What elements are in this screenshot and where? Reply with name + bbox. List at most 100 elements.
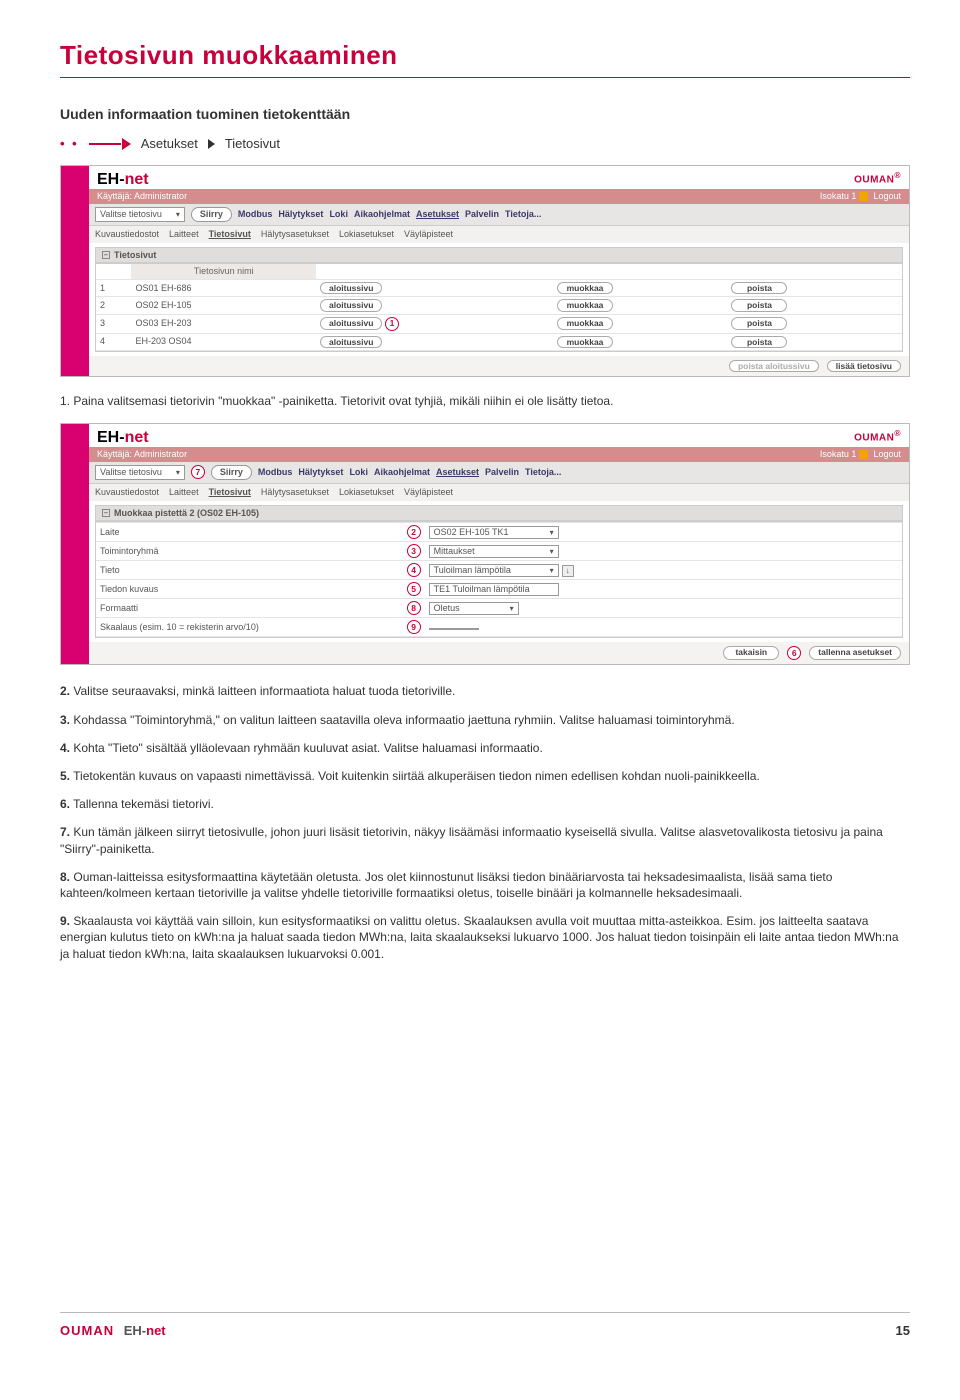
callout-3: 3 xyxy=(407,544,421,558)
go-button[interactable]: Siirry xyxy=(191,207,232,222)
aloitussivu-button[interactable]: aloitussivu xyxy=(320,336,382,348)
submenu-lokiasetukset[interactable]: Lokiasetukset xyxy=(339,229,394,240)
muokkaa-button[interactable]: muokkaa xyxy=(557,317,613,329)
page-footer: OUMAN EH-net 15 xyxy=(60,1312,910,1338)
toimintoryhma-label: Toimintoryhmä xyxy=(96,542,356,561)
panel-title-tietosivut: – Tietosivut xyxy=(95,247,903,264)
sidebar-accent xyxy=(61,424,89,664)
collapse-icon[interactable]: – xyxy=(102,251,110,259)
menu-halytykset[interactable]: Hälytykset xyxy=(278,209,323,220)
collapse-icon[interactable]: – xyxy=(102,509,110,517)
eh-net-logo: EH-net xyxy=(97,428,149,447)
muokkaa-button[interactable]: muokkaa xyxy=(557,299,613,311)
table-row: 1OS01 EH-686 aloitussivu muokkaa poista xyxy=(96,280,902,297)
formaatti-label: Formaatti xyxy=(96,599,356,618)
kuvaus-input[interactable]: TE1 Tuloilman lämpötila xyxy=(429,583,559,596)
menu-aikaohjelmat[interactable]: Aikaohjelmat xyxy=(374,467,430,478)
muokkaa-button[interactable]: muokkaa xyxy=(557,282,613,294)
table-row: 2OS02 EH-105 aloitussivu muokkaa poista xyxy=(96,297,902,314)
poista-button[interactable]: poista xyxy=(731,336,787,348)
formaatti-select[interactable]: Oletus xyxy=(429,602,519,615)
page-select[interactable]: Valitse tietosivu xyxy=(95,465,185,480)
laite-select[interactable]: OS02 EH-105 TK1 xyxy=(429,526,559,539)
submenu-tietosivut[interactable]: Tietosivut xyxy=(209,229,251,240)
menu-asetukset[interactable]: Asetukset xyxy=(436,467,479,478)
body-text: 2. Valitse seuraavaksi, minkä laitteen i… xyxy=(60,683,910,961)
menu-tietoja[interactable]: Tietoja... xyxy=(505,209,541,220)
paragraph-5: 5. Tietokentän kuvaus on vapaasti nimett… xyxy=(60,768,910,784)
sub-menu: Kuvaustiedostot Laitteet Tietosivut Häly… xyxy=(89,226,909,243)
lisaa-tietosivu-button[interactable]: lisää tietosivu xyxy=(827,360,901,372)
crumb-tietosivut: Tietosivut xyxy=(225,136,280,151)
go-button[interactable]: Siirry xyxy=(211,465,252,480)
screenshot-2: EH-net OUMAN® Käyttäjä: Administrator Is… xyxy=(60,423,910,665)
paragraph-4: 4. Kohta "Tieto" sisältää ylläolevaan ry… xyxy=(60,740,910,756)
submenu-halytysasetukset[interactable]: Hälytysasetukset xyxy=(261,487,329,498)
menu-aikaohjelmat[interactable]: Aikaohjelmat xyxy=(354,209,410,220)
callout-6: 6 xyxy=(787,646,801,660)
tieto-select[interactable]: Tuloilman lämpötila xyxy=(429,564,559,577)
aloitussivu-button[interactable]: aloitussivu xyxy=(320,282,382,294)
menu-tietoja[interactable]: Tietoja... xyxy=(525,467,561,478)
callout-9: 9 xyxy=(407,620,421,634)
screenshot-1: EH-net OUMAN® Käyttäjä: Administrator Is… xyxy=(60,165,910,377)
poista-button[interactable]: poista xyxy=(731,317,787,329)
main-menu: Valitse tietosivu 7 Siirry Modbus Hälyty… xyxy=(89,462,909,484)
callout-7: 7 xyxy=(191,465,205,479)
paragraph-1: 1. Paina valitsemasi tietorivin "muokkaa… xyxy=(60,393,910,409)
submenu-vaylapisteet[interactable]: Väyläpisteet xyxy=(404,487,453,498)
submenu-kuvaustiedostot[interactable]: Kuvaustiedostot xyxy=(95,487,159,498)
callout-4: 4 xyxy=(407,563,421,577)
edit-form-table: Laite 2 OS02 EH-105 TK1 Toimintoryhmä 3 … xyxy=(96,522,902,637)
toimintoryhma-select[interactable]: Mittaukset xyxy=(429,545,559,558)
page-select[interactable]: Valitse tietosivu xyxy=(95,207,185,222)
copy-down-icon[interactable]: ↓ xyxy=(562,565,574,577)
poista-aloitussivu-button[interactable]: poista aloitussivu xyxy=(729,360,819,372)
aloitussivu-button[interactable]: aloitussivu xyxy=(320,299,382,311)
paragraph-7: 7. Kun tämän jälkeen siirryt tietosivull… xyxy=(60,824,910,856)
menu-palvelin[interactable]: Palvelin xyxy=(465,209,499,220)
main-menu: Valitse tietosivu Siirry Modbus Hälytyks… xyxy=(89,204,909,226)
submenu-laitteet[interactable]: Laitteet xyxy=(169,487,199,498)
submenu-laitteet[interactable]: Laitteet xyxy=(169,229,199,240)
menu-palvelin[interactable]: Palvelin xyxy=(485,467,519,478)
submenu-halytysasetukset[interactable]: Hälytysasetukset xyxy=(261,229,329,240)
crumb-asetukset: Asetukset xyxy=(141,136,198,151)
menu-asetukset[interactable]: Asetukset xyxy=(416,209,459,220)
table-row: 4EH-203 OS04 aloitussivu muokkaa poista xyxy=(96,333,902,350)
panel-title-muokkaa: – Muokkaa pistettä 2 (OS02 EH-105) xyxy=(95,505,903,522)
skaalaus-input[interactable] xyxy=(429,628,479,630)
skaalaus-label: Skaalaus (esim. 10 = rekisterin arvo/10) xyxy=(96,618,356,637)
kuvaus-label: Tiedon kuvaus xyxy=(96,580,356,599)
laite-label: Laite xyxy=(96,523,356,542)
callout-8: 8 xyxy=(407,601,421,615)
tallenna-button[interactable]: tallenna asetukset xyxy=(809,646,901,660)
sub-menu: Kuvaustiedostot Laitteet Tietosivut Häly… xyxy=(89,484,909,501)
takaisin-button[interactable]: takaisin xyxy=(723,646,779,660)
tietosivut-table: Tietosivun nimi 1OS01 EH-686 aloitussivu… xyxy=(96,264,902,350)
muokkaa-button[interactable]: muokkaa xyxy=(557,336,613,348)
section-title: Tietosivun muokkaaminen xyxy=(60,40,910,78)
menu-loki[interactable]: Loki xyxy=(349,467,368,478)
arrow-in-icon xyxy=(89,140,131,148)
logout-link[interactable]: Logout xyxy=(873,191,901,201)
submenu-lokiasetukset[interactable]: Lokiasetukset xyxy=(339,487,394,498)
callout-5: 5 xyxy=(407,582,421,596)
menu-modbus[interactable]: Modbus xyxy=(238,209,273,220)
poista-button[interactable]: poista xyxy=(731,282,787,294)
submenu-tietosivut[interactable]: Tietosivut xyxy=(209,487,251,498)
poista-button[interactable]: poista xyxy=(731,299,787,311)
table-row: 3OS03 EH-203 aloitussivu 1 muokkaa poist… xyxy=(96,314,902,333)
breadcrumb: • • Asetukset Tietosivut xyxy=(60,136,910,151)
submenu-vaylapisteet[interactable]: Väyläpisteet xyxy=(404,229,453,240)
menu-modbus[interactable]: Modbus xyxy=(258,467,293,478)
col-header: Tietosivun nimi xyxy=(131,264,316,279)
callout-1: 1 xyxy=(385,317,399,331)
logout-link[interactable]: Logout xyxy=(873,449,901,459)
submenu-kuvaustiedostot[interactable]: Kuvaustiedostot xyxy=(95,229,159,240)
tieto-label: Tieto xyxy=(96,561,356,580)
aloitussivu-button[interactable]: aloitussivu xyxy=(320,317,382,329)
menu-loki[interactable]: Loki xyxy=(329,209,348,220)
menu-halytykset[interactable]: Hälytykset xyxy=(298,467,343,478)
sidebar-accent xyxy=(61,166,89,376)
